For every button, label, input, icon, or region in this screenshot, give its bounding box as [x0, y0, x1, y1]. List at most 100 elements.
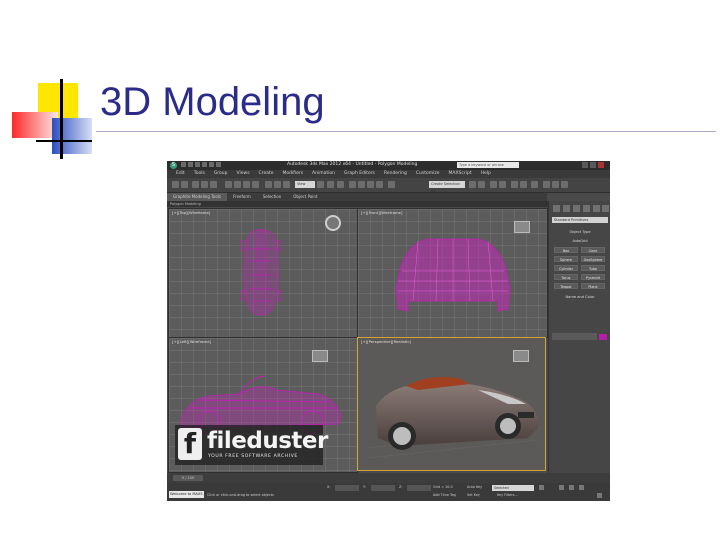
menu-group[interactable]: Group [214, 170, 228, 178]
region-select-icon[interactable] [243, 181, 250, 188]
utilities-tab-icon[interactable] [602, 205, 609, 212]
schematic-view-icon[interactable] [520, 181, 527, 188]
set-key-button[interactable]: Set Key [467, 493, 480, 497]
ribbon-panel-label[interactable]: Polygon Modeling [167, 201, 550, 207]
key-filters-button[interactable]: Key Filters... [497, 493, 518, 497]
zoom-icon[interactable] [559, 485, 564, 490]
pan-icon[interactable] [569, 485, 574, 490]
undo-icon[interactable] [202, 162, 207, 167]
object-color-swatch[interactable] [599, 334, 607, 340]
object-name-field[interactable] [552, 333, 597, 340]
window-crossing-icon[interactable] [252, 181, 259, 188]
teapot-button[interactable]: Teapot [554, 283, 578, 289]
spinner-snap-icon[interactable] [376, 181, 383, 188]
angle-snap-icon[interactable] [358, 181, 365, 188]
select-object-icon[interactable] [225, 181, 232, 188]
undo-icon[interactable] [172, 181, 179, 188]
viewcube-left-icon[interactable] [312, 350, 328, 362]
menu-modifiers[interactable]: Modifiers [283, 170, 304, 178]
viewport-perspective[interactable]: [+][Perspective][Realistic] [357, 337, 546, 471]
tab-object-paint[interactable]: Object Paint [287, 193, 323, 201]
search-input[interactable]: Type a keyword or phrase [457, 162, 519, 168]
align-icon[interactable] [478, 181, 485, 188]
new-file-icon[interactable] [181, 162, 186, 167]
tab-selection[interactable]: Selection [257, 193, 287, 201]
pivot-center-icon[interactable] [317, 181, 324, 188]
redo-icon[interactable] [181, 181, 188, 188]
close-button[interactable] [598, 162, 604, 168]
reference-coordinate-select[interactable]: View [295, 181, 315, 188]
open-file-icon[interactable] [188, 162, 193, 167]
select-manipulate-icon[interactable] [327, 181, 334, 188]
menu-graph-editors[interactable]: Graph Editors [344, 170, 375, 178]
tube-button[interactable]: Tube [581, 265, 605, 271]
viewport-top[interactable]: [+][Top][Wireframe] [168, 208, 358, 338]
cylinder-button[interactable]: Cylinder [554, 265, 578, 271]
hierarchy-tab-icon[interactable] [573, 205, 580, 212]
render-setup-icon[interactable] [543, 181, 550, 188]
move-icon[interactable] [265, 181, 272, 188]
torus-button[interactable]: Torus [554, 274, 578, 280]
percent-snap-icon[interactable] [367, 181, 374, 188]
geosphere-button[interactable]: GeoSphere [581, 256, 605, 262]
object-type-rollout[interactable]: Object Type [552, 230, 608, 234]
rendered-frame-icon[interactable] [552, 181, 559, 188]
modify-tab-icon[interactable] [563, 205, 570, 212]
redo-icon[interactable] [209, 162, 214, 167]
box-button[interactable]: Box [554, 247, 578, 253]
maximize-button[interactable] [590, 162, 596, 168]
orbit-icon[interactable] [579, 485, 584, 490]
auto-key-button[interactable]: Auto Key [467, 485, 482, 489]
create-tab-icon[interactable] [553, 205, 560, 212]
viewcube-front-icon[interactable] [514, 221, 530, 233]
frame-counter[interactable]: 0 / 100 [173, 475, 203, 481]
primitive-type-select[interactable]: Standard Primitives [552, 217, 608, 223]
tab-freeform[interactable]: Freeform [227, 193, 257, 201]
tab-graphite-modeling-tools[interactable]: Graphite Modeling Tools [167, 193, 228, 201]
key-selection-select[interactable]: Selected [492, 485, 534, 491]
unlink-icon[interactable] [201, 181, 208, 188]
menu-help[interactable]: Help [481, 170, 491, 178]
link-icon[interactable] [192, 181, 199, 188]
autogrid-checkbox[interactable]: AutoGrid [566, 239, 594, 244]
menu-edit[interactable]: Edit [176, 170, 185, 178]
pyramid-button[interactable]: Pyramid [581, 274, 605, 280]
z-coordinate-field[interactable] [407, 485, 431, 491]
play-icon[interactable] [539, 485, 544, 490]
display-tab-icon[interactable] [593, 205, 600, 212]
plane-button[interactable]: Plane [581, 283, 605, 289]
menu-tools[interactable]: Tools [194, 170, 205, 178]
layer-manager-icon[interactable] [490, 181, 497, 188]
menu-customize[interactable]: Customize [416, 170, 440, 178]
maxscript-listener[interactable]: Welcome to MAXS [169, 491, 204, 498]
render-production-icon[interactable] [561, 181, 568, 188]
rotate-icon[interactable] [274, 181, 281, 188]
y-coordinate-field[interactable] [371, 485, 395, 491]
menu-rendering[interactable]: Rendering [384, 170, 407, 178]
menu-animation[interactable]: Animation [312, 170, 335, 178]
viewport-front[interactable]: [+][Front][Wireframe] [357, 208, 548, 338]
menu-create[interactable]: Create [259, 170, 274, 178]
cone-button[interactable]: Cone [581, 247, 605, 253]
material-editor-icon[interactable] [531, 181, 538, 188]
save-icon[interactable] [195, 162, 200, 167]
x-coordinate-field[interactable] [335, 485, 359, 491]
curve-editor-icon[interactable] [511, 181, 518, 188]
keyboard-shortcut-icon[interactable] [337, 181, 344, 188]
maximize-viewport-icon[interactable] [597, 493, 602, 498]
graphite-tools-icon[interactable] [499, 181, 506, 188]
minimize-button[interactable] [582, 162, 588, 168]
add-time-tag[interactable]: Add Time Tag [433, 493, 456, 497]
sphere-button[interactable]: Sphere [554, 256, 578, 262]
named-selection-select[interactable]: Create Selection Se [429, 181, 465, 193]
menu-views[interactable]: Views [237, 170, 250, 178]
bind-space-warp-icon[interactable] [210, 181, 217, 188]
edit-named-selection-icon[interactable] [388, 181, 395, 188]
snap-toggle-icon[interactable] [349, 181, 356, 188]
time-slider[interactable]: 0 / 100 [167, 473, 610, 483]
viewcube-perspective-icon[interactable] [513, 350, 529, 362]
scale-icon[interactable] [283, 181, 290, 188]
viewcube-icon[interactable] [325, 215, 341, 231]
select-by-name-icon[interactable] [234, 181, 241, 188]
project-folder-icon[interactable] [216, 162, 221, 167]
